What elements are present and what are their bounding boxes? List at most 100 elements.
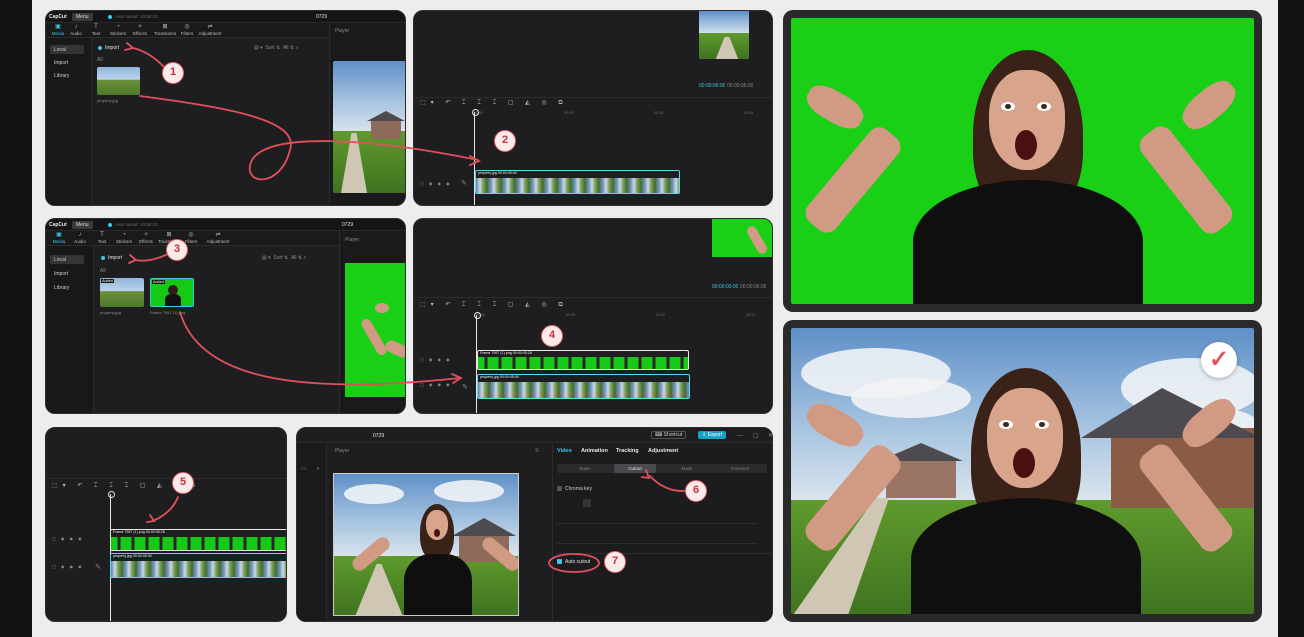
tab-text[interactable]: T Text [87,24,105,36]
tab-effects[interactable]: ✧ Effects [131,24,149,36]
tab-audio[interactable]: ♪ Audio [71,232,89,244]
sidebar-item-import[interactable]: Import [50,269,84,278]
import-label: Import [108,255,123,261]
auto-cutout-checkbox[interactable] [557,559,562,565]
tab-label: Filters [180,31,194,36]
import-button[interactable]: Import [98,45,119,51]
autosave-status: Auto saved: 10:58:13 [108,222,158,227]
color-picker[interactable] [583,499,591,507]
clip-filmstrip [478,382,689,398]
ruler-tick: 00:15 [744,111,753,115]
tab-filters[interactable]: ◎ Filters [178,24,196,36]
all-label: All [97,57,103,63]
export-label: Export [707,432,723,438]
step-badge-3: 3 [166,239,188,261]
sort-control[interactable]: ▤ ▾ Sort ⇅ All ⇅ ⌕ [254,45,298,51]
subtab-enhance[interactable]: Enhance [719,466,761,471]
timeline-clip-greenscreen[interactable]: Frame 7957 (1).png 00:00:05:28 [110,529,286,551]
audio-icon: ♪ [74,24,78,30]
ruler-tick: 00:05 [564,111,573,115]
file-name: property.jpg [97,98,118,103]
slider-track[interactable] [557,523,757,524]
tab-label: Adjustment [198,31,222,36]
timeline-clip-greenscreen[interactable]: Frame 7957 (1).png 00:00:05:28 [477,350,689,370]
track-controls-overlay[interactable]: ▢ ◉ ◉ ◉ [52,536,84,541]
shortcut-label: Shortcut [663,432,683,438]
composite-scene [791,328,1254,614]
tab-tracking[interactable]: Tracking [616,448,639,454]
sidebar-item-local[interactable]: Local [50,45,84,54]
tab-transitions[interactable]: ⊠Transitions [153,24,177,36]
tab-animation[interactable]: Animation [581,448,608,454]
tab-media[interactable]: ▣ Media [49,24,67,36]
import-button[interactable]: Import [101,255,122,261]
track-controls[interactable]: ▢ ◉ ◉ ◉ [420,181,452,186]
media-thumb-property[interactable] [97,67,140,95]
menu-button[interactable]: Menu [72,13,93,21]
ruler-tick: 00:05 [566,313,575,317]
property-thumbnail [97,67,140,95]
timeline-clip-property[interactable]: property.jpg 00:00:05:00 [110,553,286,578]
tab-label: Text [97,239,107,244]
subtab-mask[interactable]: Mask [667,466,707,471]
timeline-clip-property[interactable]: property.jpg 00:00:05:00 [477,374,690,399]
ruler-tick: 00:15 [746,313,755,317]
timeline-toolbar[interactable]: ⬚▾ ↶ ⌶ ⌶ ⌶ ▢ ◭ ◎ ⧉ [420,99,568,108]
step-badge-7: 7 [604,551,626,573]
ruler-tick: 00:10 [654,111,663,115]
sidebar-item-import[interactable]: Import [50,58,84,67]
subtab-cutout[interactable]: Cutout [614,464,656,473]
player-label: Player [335,448,350,454]
track-controls-main[interactable]: ▢ ◉ ◉ ◉ [52,564,84,569]
auto-cutout-option[interactable]: Auto cutout [557,559,590,565]
tab-stickers[interactable]: ◔ Stickers [109,24,127,36]
player-side-tools: ▭ ⌕ [297,443,327,621]
tab-adjustment[interactable]: ⇌ Adjustment [197,24,223,36]
edit-icon[interactable]: ✎ [95,563,101,571]
clip-label: property.jpg 00:00:05:00 [113,554,152,558]
tab-effects[interactable]: ✧ Effects [137,232,155,244]
player-tools[interactable]: ▭ ⌕ [301,465,324,473]
sidebar-item-library[interactable]: Library [50,283,84,292]
tab-media[interactable]: ▣ Media [50,232,68,244]
tab-audio[interactable]: ♪ Audio [67,24,85,36]
sidebar-item-local[interactable]: Local [50,255,84,264]
sidebar-item-library[interactable]: Library [50,71,84,80]
tab-video[interactable]: Video [557,448,572,454]
autosave-text: Auto saved: 10:58:13 [115,222,158,227]
shortcut-button[interactable]: ⌨ Shortcut [651,431,687,439]
tab-label: Audio [74,239,86,244]
chroma-key-option[interactable]: Chroma key [557,486,592,492]
edit-icon[interactable]: ✎ [462,383,468,391]
tutorial-collage: CapCut Menu Auto saved: 10:58:13 0729 ▣ M… [0,0,1304,637]
slider-track[interactable] [557,543,757,544]
edit-icon[interactable]: ✎ [461,179,467,187]
tab-stickers[interactable]: ◔ Stickers [115,232,133,244]
timeline-toolbar[interactable]: ⬚▾ ↶ ⌶ ⌶ ⌶ ▢ ◭ ◎ ⧉ [420,301,568,310]
player-preview [333,61,405,193]
chroma-key-checkbox[interactable] [557,486,562,492]
subtab-basic[interactable]: Basic [565,466,605,471]
sort-control[interactable]: ▤ ▾ Sort ⇅ All ⇅ ⌕ [262,255,306,261]
media-icon: ▣ [55,24,61,30]
tab-text[interactable]: T Text [93,232,111,244]
tab-label: Media [51,31,65,36]
tab-adjustment[interactable]: ⇌ Adjustment [203,232,233,244]
tab-adjustment[interactable]: Adjustment [648,448,678,454]
export-button[interactable]: ⇪ Export [698,431,727,439]
result-photo: ✓ [783,320,1262,622]
app-logo: CapCut [49,222,67,228]
autosave-status: Auto saved: 10:58:13 [108,14,158,19]
autosave-text: Auto saved: 10:58:13 [115,14,158,19]
player-menu-icon[interactable]: ≡ [535,448,539,454]
menu-button[interactable]: Menu [72,221,93,229]
track-controls-main[interactable]: ▢ ◉ ◉ ◉ [420,382,452,387]
timeline-ruler: 00:00 00:05 00:10 00:15 [474,111,772,117]
media-thumb-greenscreen[interactable]: Added [150,278,194,307]
timeline-clip-property[interactable]: property.jpg 00:00:05:00 [475,170,680,194]
app-logo: CapCut [49,14,67,20]
window-controls[interactable]: — ▢ ✕ [737,432,772,439]
track-controls-overlay[interactable]: ▢ ◉ ◉ ◉ [420,357,452,362]
tab-label: Adjustment [206,239,230,244]
media-thumb-property[interactable]: Added [100,278,144,307]
